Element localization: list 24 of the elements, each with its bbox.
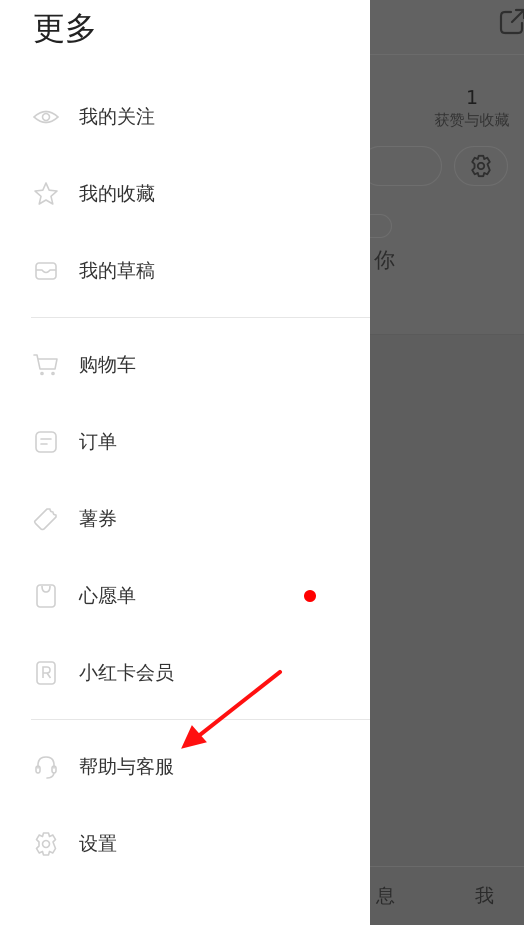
menu-item[interactable]: 订单 (0, 403, 370, 480)
menu-item[interactable]: 心愿单 (0, 557, 370, 634)
document-icon (33, 428, 59, 454)
menu-item[interactable]: 帮助与客服 (0, 728, 370, 805)
share-icon[interactable] (498, 8, 524, 36)
menu-item[interactable]: 设置 (0, 805, 370, 882)
settings-icon (469, 154, 493, 178)
settings-button[interactable] (454, 146, 508, 186)
menu-item[interactable]: 薯券 (0, 480, 370, 557)
cart-icon (33, 352, 59, 378)
bag-icon (33, 582, 59, 608)
menu-item[interactable]: 小红卡会员 (0, 634, 370, 711)
edit-button[interactable] (370, 146, 442, 186)
stat-value: 1 (466, 87, 478, 109)
settings-icon (33, 830, 59, 856)
menu-item[interactable]: 购物车 (0, 326, 370, 403)
menu-item[interactable]: 我的收藏 (0, 155, 370, 232)
star-icon (33, 180, 59, 206)
menu-item[interactable]: 我的关注 (0, 78, 370, 155)
card-icon (33, 660, 59, 686)
menu-item[interactable]: 我的草稿 (0, 232, 370, 309)
tag-icon (33, 506, 59, 532)
headset-icon (33, 754, 59, 780)
drawer-title: 更多 (33, 8, 98, 49)
